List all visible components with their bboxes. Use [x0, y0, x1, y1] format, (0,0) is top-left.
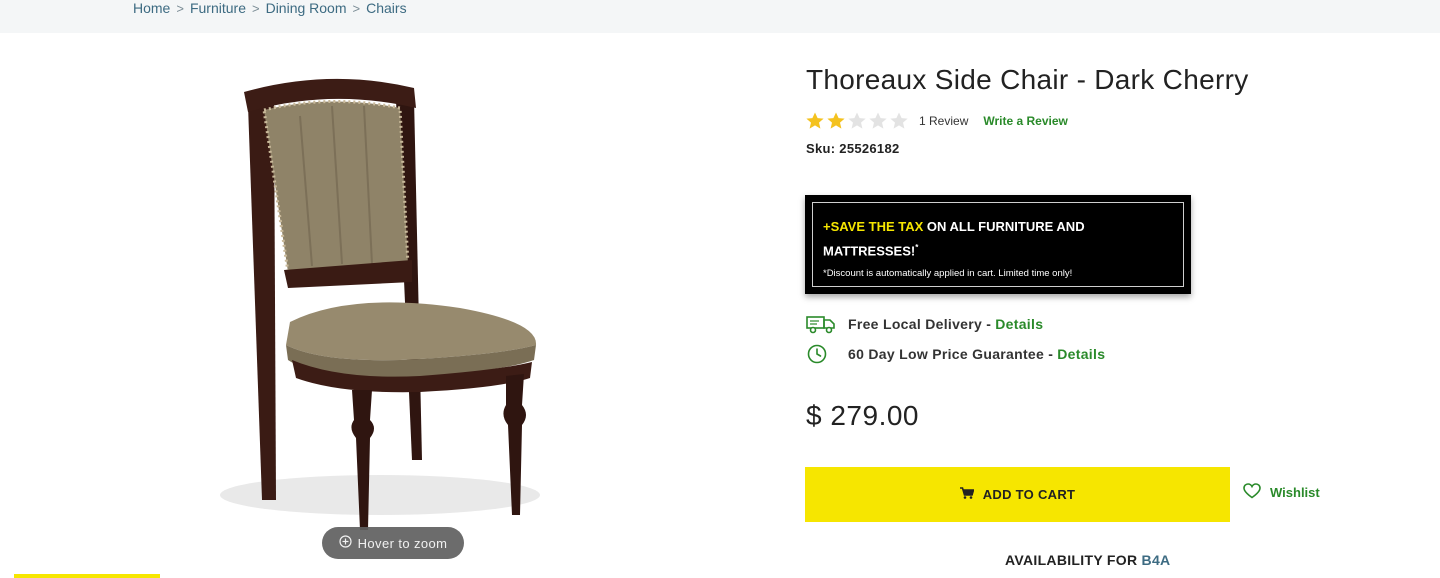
zoom-hint-label: Hover to zoom — [357, 535, 448, 551]
heart-icon — [1243, 483, 1261, 502]
promo-banner: +SAVE THE TAX ON ALL FURNITURE AND MATTR… — [805, 195, 1191, 294]
star-rating — [805, 111, 909, 131]
product-price: $ 279.00 — [806, 400, 919, 431]
star-filled-icon — [826, 111, 846, 131]
review-count[interactable]: 1 Review — [919, 114, 968, 128]
star-empty-icon — [847, 111, 867, 131]
chevron-right-icon: > — [352, 0, 361, 16]
promo-fine-print: *Discount is automatically applied in ca… — [823, 268, 1073, 280]
star-empty-icon — [889, 111, 909, 131]
thumbnail-active-indicator — [14, 574, 160, 578]
availability-label: AVAILABILITY FOR — [1005, 552, 1142, 568]
chevron-right-icon: > — [251, 0, 260, 16]
product-title: Thoreaux Side Chair - Dark Cherry — [806, 64, 1249, 95]
promo-line2: MATTRESSES! — [823, 243, 916, 259]
promo-headline-rest: ON ALL FURNITURE AND — [923, 219, 1085, 234]
delivery-truck-icon — [806, 314, 836, 334]
wishlist-label: Wishlist — [1270, 485, 1320, 500]
promo-asterisk: * — [915, 243, 919, 252]
wishlist-button[interactable]: Wishlist — [1243, 483, 1320, 502]
add-to-cart-button[interactable]: ADD TO CART — [805, 467, 1230, 522]
clock-icon — [806, 344, 836, 364]
price-guarantee-feature: 60 Day Low Price Guarantee - Details — [806, 344, 1105, 364]
breadcrumb-furniture[interactable]: Furniture — [190, 0, 246, 16]
free-delivery-feature: Free Local Delivery - Details — [806, 314, 1043, 334]
breadcrumb-home[interactable]: Home — [133, 0, 170, 16]
delivery-details-link[interactable]: Details — [995, 316, 1043, 332]
chevron-right-icon: > — [176, 0, 184, 16]
breadcrumb-dining-room[interactable]: Dining Room — [266, 0, 347, 16]
add-to-cart-label: ADD TO CART — [982, 487, 1076, 502]
rating-row: 1 Review Write a Review — [805, 111, 1068, 131]
free-delivery-text: Free Local Delivery - — [848, 316, 992, 332]
zoom-icon — [339, 535, 352, 551]
product-image[interactable] — [200, 60, 600, 570]
promo-frame: +SAVE THE TAX ON ALL FURNITURE AND MATTR… — [812, 202, 1184, 287]
promo-headline-line2: MATTRESSES!* — [823, 237, 1173, 261]
write-review-link[interactable]: Write a Review — [983, 114, 1067, 128]
star-filled-icon — [805, 111, 825, 131]
promo-headline: +SAVE THE TAX ON ALL FURNITURE AND — [823, 216, 1173, 237]
availability-heading: AVAILABILITY FOR B4A — [1005, 552, 1170, 568]
guarantee-details-link[interactable]: Details — [1057, 346, 1105, 362]
breadcrumb: Home > Furniture > Dining Room > Chairs — [133, 0, 407, 16]
cart-icon — [959, 487, 975, 502]
sku-label: Sku: 25526182 — [806, 141, 900, 156]
star-empty-icon — [868, 111, 888, 131]
price-guarantee-text: 60 Day Low Price Guarantee - — [848, 346, 1054, 362]
availability-store-link[interactable]: B4A — [1142, 552, 1171, 568]
chair-illustration — [220, 78, 540, 530]
hover-to-zoom-badge: Hover to zoom — [322, 527, 464, 559]
breadcrumb-bar: Home > Furniture > Dining Room > Chairs — [0, 0, 1440, 33]
promo-highlight: +SAVE THE TAX — [823, 219, 924, 234]
breadcrumb-chairs[interactable]: Chairs — [366, 0, 406, 16]
